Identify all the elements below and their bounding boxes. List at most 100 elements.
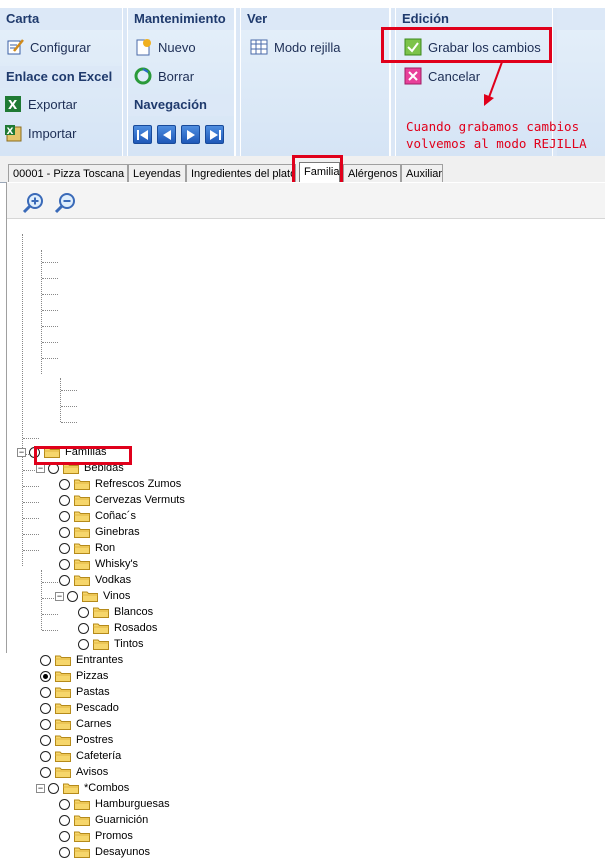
- tree-node-combos-item[interactable]: Promos: [59, 828, 133, 844]
- tree-node-label: Desayunos: [95, 846, 151, 858]
- tree-node-label: Coñac´s: [95, 510, 136, 522]
- tree-node-bebidas-item[interactable]: Ginebras: [59, 524, 140, 540]
- tree-node-label: Guarnición: [95, 814, 149, 826]
- borrar-button[interactable]: Borrar: [134, 64, 194, 88]
- ribbon: Carta Configurar Enlace con Excel X Expo…: [0, 0, 605, 156]
- excel-export-icon: X: [4, 95, 22, 113]
- select-radio[interactable]: [48, 782, 59, 794]
- tab-alergenos[interactable]: Alérgenos: [343, 164, 401, 182]
- cancelar-button[interactable]: Cancelar: [404, 64, 480, 88]
- next-record-button[interactable]: [181, 125, 200, 144]
- folder-icon: [55, 655, 71, 666]
- tree-node-combos-item[interactable]: Hamburguesas: [59, 796, 170, 812]
- collapse-toggle[interactable]: −: [17, 447, 26, 457]
- select-radio[interactable]: [40, 670, 51, 682]
- select-radio[interactable]: [59, 494, 70, 506]
- collapse-toggle[interactable]: −: [36, 783, 45, 793]
- nuevo-button[interactable]: Nuevo: [134, 35, 196, 59]
- previous-icon: [162, 129, 171, 140]
- tree-node-label: Refrescos Zumos: [95, 478, 182, 490]
- select-radio[interactable]: [59, 814, 70, 826]
- expand-all-button[interactable]: [22, 191, 46, 215]
- tree-node-label: Tintos: [114, 638, 144, 650]
- tab-pizza-toscana[interactable]: 00001 - Pizza Toscana: [8, 164, 128, 182]
- previous-record-button[interactable]: [157, 125, 176, 144]
- tree-node-bebidas-item[interactable]: Refrescos Zumos: [59, 476, 181, 492]
- tree-node-vinos[interactable]: − Vinos: [55, 588, 130, 604]
- first-record-button[interactable]: [133, 125, 152, 144]
- folder-icon: [55, 719, 71, 730]
- tree-node-familia[interactable]: Pizzas: [40, 668, 108, 684]
- tree-node-label: Rosados: [114, 622, 158, 634]
- folder-icon: [82, 591, 98, 602]
- tree-node-label: Ron: [95, 542, 116, 554]
- importar-button[interactable]: X Importar: [4, 121, 76, 145]
- select-radio[interactable]: [59, 574, 70, 586]
- tree-node-bebidas-item[interactable]: Whisky's: [59, 556, 138, 572]
- next-icon: [186, 129, 195, 140]
- tree-node-label: Carnes: [76, 718, 112, 730]
- tree-node-vinos-item[interactable]: Tintos: [78, 636, 144, 652]
- excel-import-icon: X: [4, 124, 22, 142]
- modo-rejilla-button[interactable]: Modo rejilla: [250, 35, 340, 59]
- select-radio[interactable]: [40, 734, 51, 746]
- select-radio[interactable]: [40, 686, 51, 698]
- select-radio[interactable]: [78, 622, 89, 634]
- folder-icon: [93, 639, 109, 650]
- tab-auxiliar[interactable]: Auxiliar: [401, 164, 443, 182]
- select-radio[interactable]: [59, 830, 70, 842]
- tree-node-familia[interactable]: Avisos: [40, 764, 108, 780]
- tree-node-combos[interactable]: − *Combos: [36, 780, 129, 796]
- cancel-icon: [404, 67, 422, 85]
- tree-node-label: Pastas: [76, 686, 110, 698]
- importar-label: Importar: [28, 125, 77, 141]
- select-radio[interactable]: [59, 558, 70, 570]
- select-radio[interactable]: [40, 654, 51, 666]
- tree-node-familia[interactable]: Entrantes: [40, 652, 123, 668]
- tree-node-bebidas-item[interactable]: Coñac´s: [59, 508, 136, 524]
- tab-ingredientes[interactable]: Ingredientes del plato: [186, 164, 296, 182]
- tree-node-bebidas-item[interactable]: Cervezas Vermuts: [59, 492, 185, 508]
- tree-node-vinos-item[interactable]: Blancos: [78, 604, 153, 620]
- new-document-icon: [134, 38, 152, 56]
- tree-node-familia[interactable]: Cafetería: [40, 748, 121, 764]
- pizzas-highlight-box: [34, 446, 132, 465]
- exportar-button[interactable]: X Exportar: [4, 92, 77, 116]
- tree-node-familia[interactable]: Postres: [40, 732, 113, 748]
- tree-node-label: Pescado: [76, 702, 119, 714]
- select-radio[interactable]: [40, 766, 51, 778]
- group-navegacion-title: Navegación: [128, 94, 234, 116]
- select-radio[interactable]: [59, 542, 70, 554]
- select-radio[interactable]: [40, 718, 51, 730]
- cancelar-label: Cancelar: [428, 68, 481, 84]
- zoom-out-icon: [54, 193, 75, 214]
- tree-node-familia[interactable]: Pastas: [40, 684, 110, 700]
- tree-node-familia[interactable]: Pescado: [40, 700, 119, 716]
- select-radio[interactable]: [40, 702, 51, 714]
- tree-node-combos-item[interactable]: Guarnición: [59, 812, 148, 828]
- tree-node-combos-item[interactable]: Desayunos: [59, 844, 150, 860]
- tree-node-bebidas-item[interactable]: Ron: [59, 540, 115, 556]
- select-radio[interactable]: [40, 750, 51, 762]
- tree-node-label: Cervezas Vermuts: [95, 494, 185, 506]
- last-record-button[interactable]: [205, 125, 224, 144]
- folder-icon: [74, 847, 90, 858]
- select-radio[interactable]: [59, 510, 70, 522]
- grid-icon: [250, 38, 268, 56]
- select-radio[interactable]: [59, 846, 70, 858]
- annotation-line-2: volvemos al modo REJILLA: [406, 136, 587, 151]
- select-radio[interactable]: [59, 478, 70, 490]
- select-radio[interactable]: [78, 638, 89, 650]
- tree-node-familia[interactable]: Carnes: [40, 716, 111, 732]
- tree-node-vinos-item[interactable]: Rosados: [78, 620, 157, 636]
- configurar-button[interactable]: Configurar: [6, 35, 91, 59]
- collapse-toggle[interactable]: −: [55, 591, 64, 601]
- select-radio[interactable]: [78, 606, 89, 618]
- folder-icon: [74, 479, 90, 490]
- select-radio[interactable]: [59, 526, 70, 538]
- collapse-all-button[interactable]: [54, 191, 78, 215]
- select-radio[interactable]: [67, 590, 78, 602]
- tree-node-bebidas-item[interactable]: Vodkas: [59, 572, 131, 588]
- tab-leyendas[interactable]: Leyendas: [128, 164, 186, 182]
- select-radio[interactable]: [59, 798, 70, 810]
